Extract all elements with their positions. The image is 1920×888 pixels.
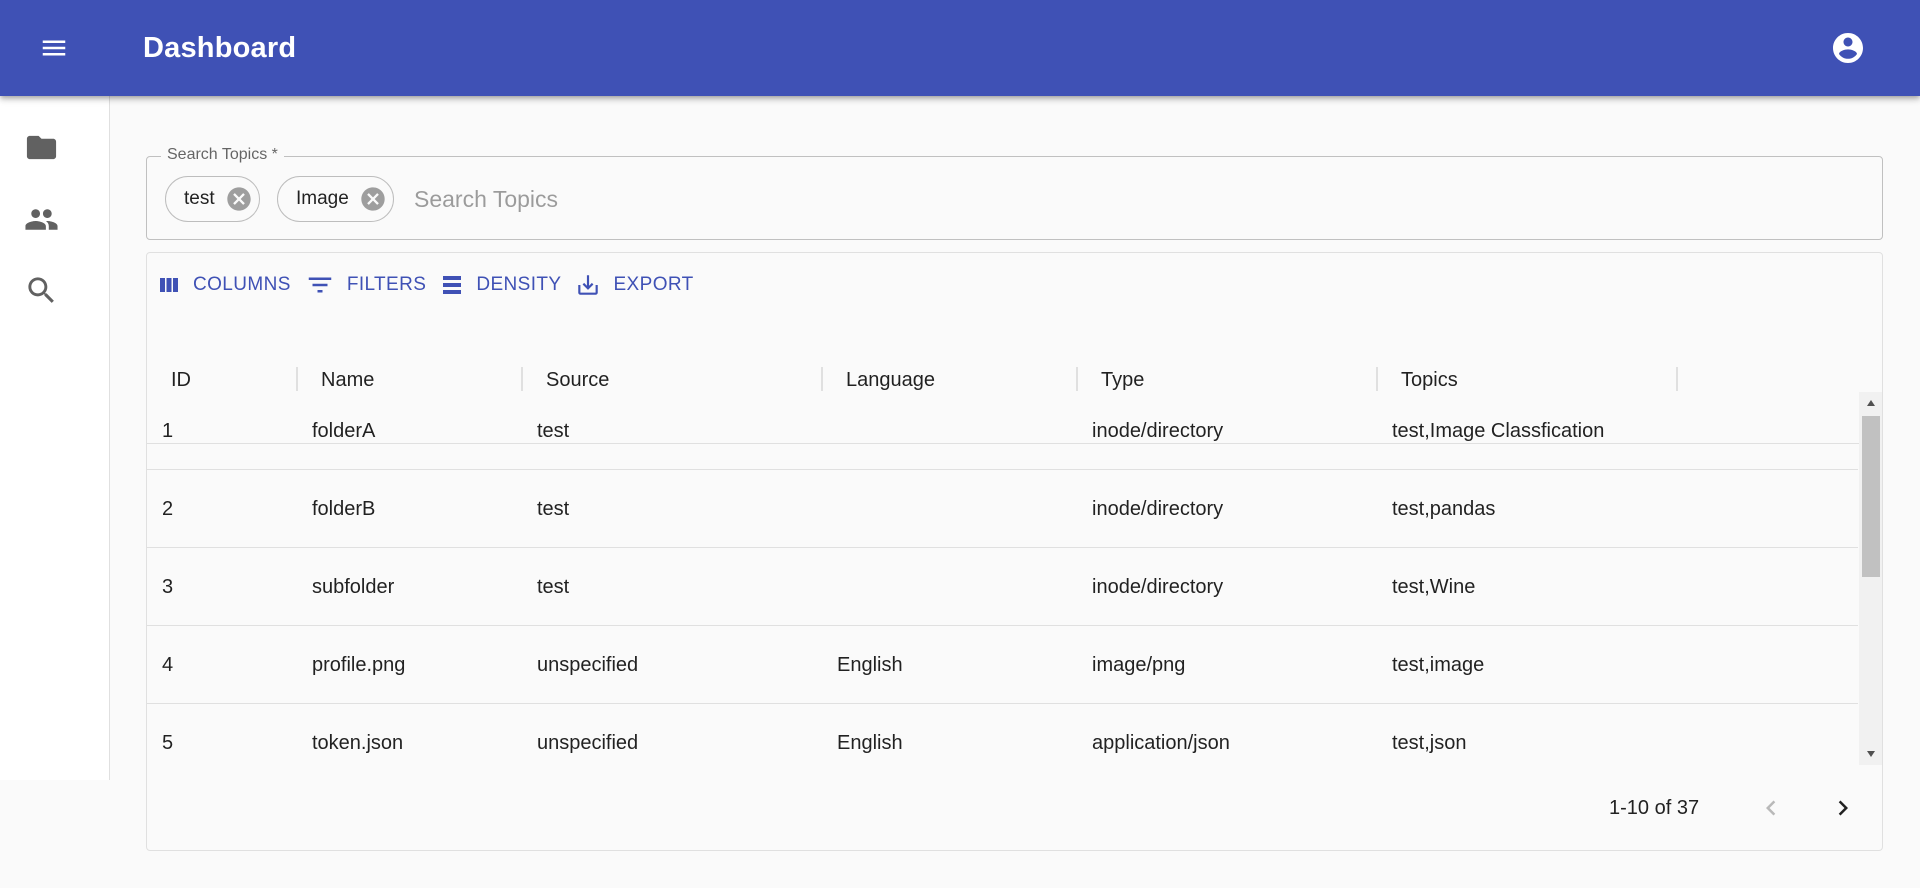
cell-topics: test,Wine	[1392, 575, 1476, 598]
column-separator[interactable]	[821, 367, 823, 391]
view-column-icon	[160, 278, 178, 292]
cell-id: 2	[162, 497, 174, 520]
density-button-label: DENSITY	[476, 274, 562, 295]
triangle-up-icon	[1866, 400, 1875, 406]
cell-source: test	[537, 497, 570, 520]
filter-list-icon	[308, 277, 332, 293]
column-separator[interactable]	[1376, 367, 1378, 391]
app-bar: Dashboard	[0, 0, 1920, 96]
account-button[interactable]	[1824, 24, 1872, 72]
side-drawer	[0, 96, 110, 780]
cell-source: test	[537, 575, 570, 598]
page-title: Dashboard	[143, 32, 297, 64]
grid-toolbar: COLUMNS FILTERS DENSITY EXPORT	[157, 267, 708, 303]
download-icon	[578, 275, 599, 295]
drawer-item-search[interactable]	[0, 262, 110, 318]
search-topics-input[interactable]	[414, 181, 1854, 217]
cell-name: folderB	[312, 497, 376, 520]
cell-source: unspecified	[537, 731, 639, 754]
cell-id: 1	[162, 419, 174, 442]
table-row[interactable]: 4 profile.png unspecified English image/…	[147, 626, 1858, 704]
density-icon	[443, 276, 462, 294]
cell-language: English	[837, 731, 903, 754]
filters-button-label: FILTERS	[346, 274, 427, 295]
cell-name: profile.png	[312, 653, 406, 676]
grid-rows: 1 folderA test inode/directory test,Imag…	[147, 392, 1858, 765]
cancel-icon	[361, 187, 385, 211]
table-row[interactable]: 2 folderB test inode/directory test,pand…	[147, 470, 1858, 548]
chip-delete-button[interactable]	[359, 185, 387, 213]
grid-footer: 1-10 of 37	[147, 765, 1882, 850]
cell-type: inode/directory	[1092, 575, 1224, 598]
triangle-down-icon	[1866, 751, 1875, 757]
table-row[interactable]: 3 subfolder test inode/directory test,Wi…	[147, 548, 1858, 626]
chevron-right-icon	[1838, 800, 1848, 816]
column-separator[interactable]	[1676, 367, 1678, 391]
table-row[interactable]: 1 folderA test inode/directory test,Imag…	[147, 392, 1858, 470]
cell-language: English	[837, 653, 903, 676]
cell-type: application/json	[1092, 731, 1230, 754]
menu-button[interactable]	[24, 24, 84, 72]
scrollbar-thumb[interactable]	[1862, 416, 1880, 577]
cell-type: image/png	[1092, 653, 1186, 676]
cell-topics: test,pandas	[1392, 497, 1496, 520]
cell-source: test	[537, 419, 570, 442]
data-grid: COLUMNS FILTERS DENSITY EXPORT ID Name S…	[146, 252, 1883, 851]
cell-topics: test,Image Classfication	[1392, 419, 1605, 442]
cell-topics: test,json	[1392, 731, 1467, 754]
scroll-up-arrow[interactable]	[1859, 394, 1882, 412]
vertical-scrollbar[interactable]	[1859, 392, 1882, 765]
cell-name: folderA	[312, 419, 376, 442]
account-circle-icon	[1833, 33, 1863, 63]
search-icon	[28, 276, 54, 303]
topic-chip-image[interactable]: Image	[277, 176, 394, 222]
search-topics-label: Search Topics *	[161, 146, 284, 164]
cell-source: unspecified	[537, 653, 639, 676]
column-separator[interactable]	[1076, 367, 1078, 391]
search-topics-field[interactable]: Search Topics * test Image	[146, 146, 1883, 240]
cell-name: token.json	[312, 731, 404, 754]
drawer-item-files[interactable]	[0, 119, 110, 175]
pagination-info: 1-10 of 37	[1609, 797, 1700, 819]
cell-id: 3	[162, 575, 174, 598]
columns-button-label: COLUMNS	[193, 274, 291, 295]
export-button[interactable]: EXPORT	[575, 267, 693, 303]
columns-button[interactable]: COLUMNS	[157, 267, 291, 303]
topic-chip-test[interactable]: test	[165, 176, 260, 222]
cell-topics: test,image	[1392, 653, 1485, 676]
folder-icon	[26, 135, 57, 159]
density-button[interactable]: DENSITY	[440, 267, 561, 303]
chip-delete-button[interactable]	[225, 185, 253, 213]
cell-type: inode/directory	[1092, 419, 1224, 442]
cell-name: subfolder	[312, 575, 395, 598]
export-button-label: EXPORT	[613, 274, 694, 295]
chevron-left-icon	[1766, 800, 1776, 816]
cell-id: 5	[162, 731, 174, 754]
cancel-icon	[226, 187, 251, 211]
next-page-button[interactable]	[1819, 784, 1867, 832]
chip-label: Image	[296, 188, 349, 209]
column-separator[interactable]	[521, 367, 523, 391]
cell-id: 4	[162, 653, 174, 676]
previous-page-button[interactable]	[1747, 784, 1795, 832]
people-icon	[25, 208, 58, 230]
menu-icon	[42, 40, 66, 56]
table-row[interactable]: 5 token.json unspecified English applica…	[147, 704, 1858, 765]
drawer-item-users[interactable]	[0, 191, 110, 247]
filters-button[interactable]: FILTERS	[305, 267, 427, 303]
column-separator[interactable]	[296, 367, 298, 391]
cell-type: inode/directory	[1092, 497, 1224, 520]
scroll-down-arrow[interactable]	[1859, 745, 1882, 763]
chip-label: test	[184, 188, 215, 209]
